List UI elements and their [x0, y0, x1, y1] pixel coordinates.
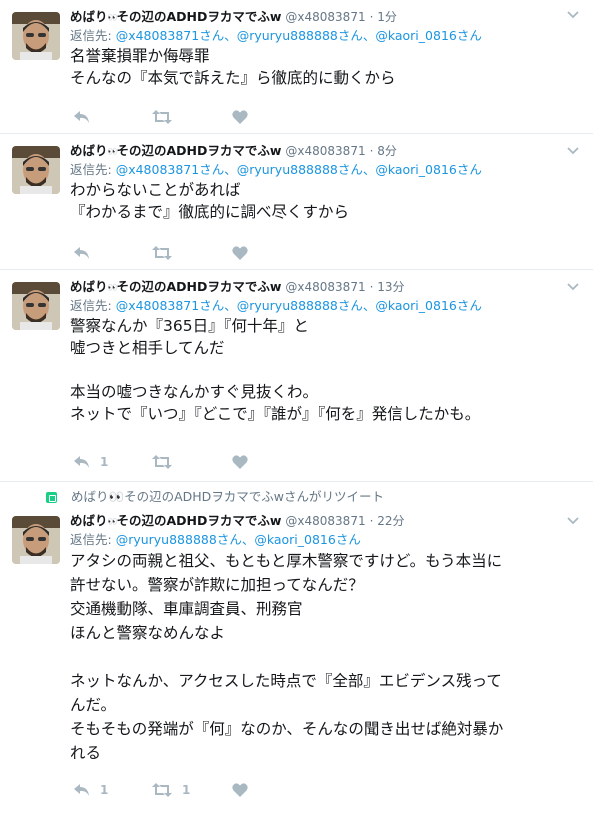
tweet-header: めばり👀その辺のADHDヲカマでふw @x48083871 · 22分 — [70, 512, 585, 531]
tweet-actions: 1 — [74, 453, 258, 471]
tweet[interactable]: めばり👀その辺のADHDヲカマでふw @x48083871 · 13分 返信先:… — [0, 270, 593, 482]
reply-icon — [74, 783, 89, 796]
tweet-actions — [74, 244, 258, 262]
timeline: めばり👀その辺のADHDヲカマでふw @x48083871 · 1分 返信先: … — [0, 0, 593, 817]
tweet-text: 名誉棄損罪か侮辱罪 そんなの『本気で訴えた』ら徹底的に動くから — [70, 47, 396, 87]
retweet-icon — [152, 783, 172, 797]
screen-name[interactable]: @x48083871 — [285, 144, 365, 158]
tweet-timestamp[interactable]: · 1分 — [370, 10, 397, 24]
avatar[interactable] — [12, 516, 60, 564]
heart-icon — [232, 110, 248, 124]
reply-to: 返信先: @ryuryu888888さん、@kaori_0816さん — [70, 532, 361, 547]
retweet-icon — [152, 455, 172, 469]
tweet-actions: 1 1 — [74, 781, 258, 799]
reply-to: 返信先: @x48083871さん、@ryuryu888888さん、@kaori… — [70, 298, 482, 313]
reply-button[interactable] — [74, 110, 152, 124]
like-button[interactable] — [232, 455, 258, 469]
reply-to-links[interactable]: @x48083871さん、@ryuryu888888さん、@kaori_0816… — [116, 162, 482, 177]
retweet-context: めばり👀その辺のADHDヲカマでふwさんがリツイート — [46, 488, 384, 506]
like-button[interactable] — [232, 783, 258, 797]
tweet-header: めばり👀その辺のADHDヲカマでふw @x48083871 · 13分 — [70, 278, 585, 297]
retweet-icon — [152, 246, 172, 260]
reply-button[interactable] — [74, 246, 152, 260]
screen-name[interactable]: @x48083871 — [285, 514, 365, 528]
reply-to: 返信先: @x48083871さん、@ryuryu888888さん、@kaori… — [70, 28, 482, 43]
tweet[interactable]: めばり👀その辺のADHDヲカマでふw @x48083871 · 8分 返信先: … — [0, 134, 593, 270]
tweet-timestamp[interactable]: · 8分 — [370, 144, 397, 158]
like-button[interactable] — [232, 110, 258, 124]
retweet-context-text[interactable]: めばり👀その辺のADHDヲカマでふwさんがリツイート — [71, 488, 384, 506]
tweet-header: めばり👀その辺のADHDヲカマでふw @x48083871 · 1分 — [70, 8, 585, 27]
tweet-actions — [74, 108, 258, 126]
reply-button[interactable]: 1 — [74, 455, 152, 469]
author-name[interactable]: めばり👀その辺のADHDヲカマでふw — [70, 9, 281, 24]
chevron-down-icon[interactable] — [567, 8, 579, 22]
retweet-button[interactable]: 1 — [152, 783, 232, 797]
like-button[interactable] — [232, 246, 258, 260]
author-name[interactable]: めばり👀その辺のADHDヲカマでふw — [70, 143, 281, 158]
chevron-down-icon[interactable] — [567, 280, 579, 294]
screen-name[interactable]: @x48083871 — [285, 10, 365, 24]
author-name[interactable]: めばり👀その辺のADHDヲカマでふw — [70, 513, 281, 528]
retweet-button[interactable] — [152, 110, 232, 124]
tweet-timestamp[interactable]: · 22分 — [370, 514, 405, 528]
heart-icon — [232, 783, 248, 797]
tweet-text: アタシの両親と祖父、もともと厚木警察ですけど。もう本当に 許せない。警察が詐欺に… — [70, 552, 504, 762]
author-name[interactable]: めばり👀その辺のADHDヲカマでふw — [70, 279, 281, 294]
reply-icon — [74, 455, 89, 468]
screen-name[interactable]: @x48083871 — [285, 280, 365, 294]
reply-to-links[interactable]: @ryuryu888888さん、@kaori_0816さん — [116, 532, 361, 547]
chevron-down-icon[interactable] — [567, 514, 579, 528]
avatar[interactable] — [12, 12, 60, 60]
tweet-text: 警察なんか『365日』『何十年』と 嘘つきと相手してんだ 本当の嘘つきなんかすぐ… — [70, 317, 481, 423]
avatar[interactable] — [12, 146, 60, 194]
avatar[interactable] — [12, 282, 60, 330]
heart-icon — [232, 246, 248, 260]
tweet[interactable]: めばり👀その辺のADHDヲカマでふwさんがリツイート めばり👀その辺のADHDヲ… — [0, 482, 593, 817]
retweet-button[interactable] — [152, 246, 232, 260]
retweet-icon — [152, 110, 172, 124]
reply-icon — [74, 110, 89, 123]
reply-icon — [74, 246, 89, 259]
chevron-down-icon[interactable] — [567, 144, 579, 158]
reply-to-links[interactable]: @x48083871さん、@ryuryu888888さん、@kaori_0816… — [116, 298, 482, 313]
tweet-text: わからないことがあれば 『わかるまで』徹底的に調べ尽くすから — [70, 181, 350, 221]
retweet-badge-icon — [46, 491, 57, 503]
retweet-button[interactable] — [152, 455, 232, 469]
tweet-header: めばり👀その辺のADHDヲカマでふw @x48083871 · 8分 — [70, 142, 585, 161]
tweet[interactable]: めばり👀その辺のADHDヲカマでふw @x48083871 · 1分 返信先: … — [0, 0, 593, 134]
reply-to-links[interactable]: @x48083871さん、@ryuryu888888さん、@kaori_0816… — [116, 28, 482, 43]
heart-icon — [232, 455, 248, 469]
reply-button[interactable]: 1 — [74, 783, 152, 797]
tweet-timestamp[interactable]: · 13分 — [370, 280, 405, 294]
reply-to: 返信先: @x48083871さん、@ryuryu888888さん、@kaori… — [70, 162, 482, 177]
